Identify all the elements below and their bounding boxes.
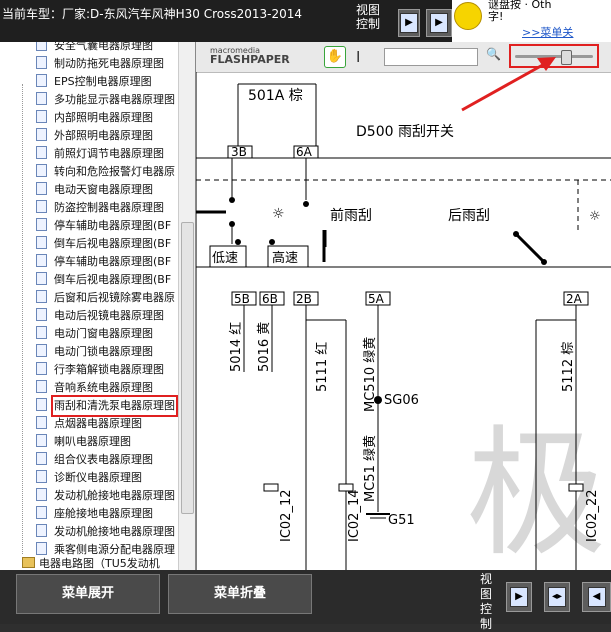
- arrow-left-icon: ◀: [587, 587, 606, 607]
- view-control-label-bottom: 视图控制: [480, 572, 493, 631]
- view-first-button[interactable]: ▶: [506, 582, 532, 612]
- arrow-right-icon: ▶: [510, 587, 528, 607]
- annotation-arrow: [461, 57, 556, 112]
- view-last-button[interactable]: ◀: [582, 582, 611, 612]
- menu-expand-button[interactable]: 菜单展开: [16, 574, 160, 614]
- menu-collapse-button[interactable]: 菜单折叠: [168, 574, 312, 614]
- bottom-bar: 菜单展开 菜单折叠 视图控制 ▶ ◂▸ ◀: [0, 570, 611, 631]
- fit-arrows-icon: ◂▸: [548, 587, 566, 607]
- view-fit-button[interactable]: ◂▸: [544, 582, 570, 612]
